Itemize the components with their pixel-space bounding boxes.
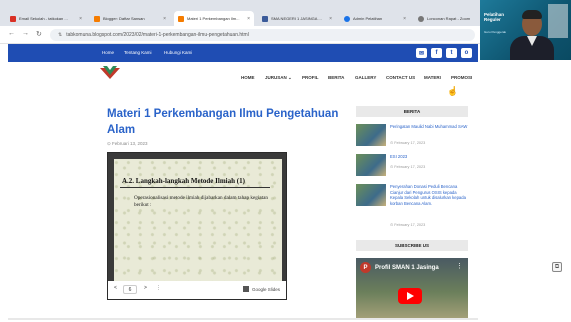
post-date: ⊙ February 17, 2023 <box>390 141 426 145</box>
school-icon <box>262 15 268 22</box>
webcam-overlay: Pelatihan Reguler Guru Penggerak <box>480 0 571 60</box>
webcam-headline: Pelatihan Reguler <box>484 12 504 22</box>
more-options-icon[interactable]: ⋮ <box>456 262 463 270</box>
nav-jurusan[interactable]: JURUSAN ⌄ <box>265 75 292 81</box>
globe-icon <box>418 15 424 22</box>
video-title-bar: P Profil SMAN 1 Jasinga <box>360 262 439 273</box>
url-text: tabkomuna.blogspot.com/2023/02/materi-1-… <box>66 32 249 38</box>
address-bar[interactable]: ⇅ tabkomuna.blogspot.com/2023/02/materi-… <box>50 29 475 41</box>
background-board <box>548 4 568 38</box>
slides-controls: < 6 > ⋮ Google Slides <box>108 281 286 299</box>
browser-tab-active[interactable]: Materi 1 Perkembangan Ilm... × <box>174 11 254 26</box>
browser-tab[interactable]: Email Sekolah - tatkokan ... × <box>6 11 86 26</box>
nav-berita[interactable]: BERITA <box>328 75 344 80</box>
play-button-icon[interactable] <box>398 288 422 304</box>
tab-label: Admin Pelatihan <box>353 16 383 21</box>
nav-gallery[interactable]: GALLERY <box>355 75 376 80</box>
blogger-icon <box>94 15 100 22</box>
webcam-caption: Guru Penggerak <box>484 30 507 34</box>
browser-tab[interactable]: SMA NEGERI 1 JASINGA ... × <box>258 11 336 26</box>
browser-toolbar: ← → ↻ ⇅ tabkomuna.blogspot.com/2023/02/m… <box>0 26 480 44</box>
top-link-home[interactable]: Home <box>102 50 114 55</box>
blogger-icon <box>178 15 184 22</box>
slide-divider <box>120 187 270 188</box>
youtube-embed[interactable]: P Profil SMAN 1 Jasinga ⋮ <box>356 258 468 320</box>
post-date: ⊙ February 17, 2023 <box>390 223 426 227</box>
twitter-icon[interactable]: t <box>446 48 457 58</box>
slide-page-number[interactable]: 6 <box>123 285 137 294</box>
globe-icon <box>344 15 350 22</box>
slide-body: Operasionalisasi metode ilmiah dijabarka… <box>134 195 268 208</box>
close-icon[interactable]: × <box>163 16 166 22</box>
school-logo[interactable] <box>100 66 120 80</box>
close-icon[interactable]: × <box>403 16 406 22</box>
gmail-icon <box>10 15 16 22</box>
post-title[interactable]: Peringatan Maulid Nabi Muhammad SAW <box>390 124 468 130</box>
facebook-icon[interactable]: f <box>431 48 442 58</box>
slide-heading: A.2. Langkah-langkah Metode Ilmiah (1) <box>122 177 245 185</box>
slides-icon <box>242 286 249 292</box>
screen: Email Sekolah - tatkokan ... × Blogger: … <box>0 0 571 322</box>
tab-label: Blogger: Daftar Sansan <box>103 16 145 21</box>
forward-icon[interactable]: → <box>22 30 29 37</box>
article-date: ⊙ Februari 13, 2023 <box>107 141 148 146</box>
google-slides-link[interactable]: Google Slides <box>242 286 280 292</box>
browser-tab[interactable]: Lonconan Rapat - Zoom <box>414 11 480 26</box>
slide-page: A.2. Langkah-langkah Metode Ilmiah (1) O… <box>114 159 282 281</box>
close-icon[interactable]: × <box>79 16 82 22</box>
post-title[interactable]: ESI 2023 <box>390 154 468 160</box>
berita-header: BERITA <box>356 106 468 117</box>
slides-embed[interactable]: A.2. Langkah-langkah Metode Ilmiah (1) O… <box>107 152 287 300</box>
subscribe-header: SUBSCRIBE US <box>356 240 468 251</box>
tab-label: Lonconan Rapat - Zoom <box>427 16 471 21</box>
nav-contact[interactable]: CONTACT US <box>386 75 415 80</box>
top-link-contact[interactable]: Hubungi Kami <box>164 50 192 55</box>
next-slide-button[interactable]: > <box>144 285 147 291</box>
page-indicator-icon[interactable]: ⧉ <box>552 262 562 272</box>
post-thumbnail[interactable] <box>356 184 386 206</box>
browser-tab[interactable]: Blogger: Daftar Sansan × <box>90 11 170 26</box>
channel-avatar[interactable]: P <box>360 262 371 273</box>
tab-label: Materi 1 Perkembangan Ilm... <box>187 16 240 21</box>
nav-promosi[interactable]: PROMOSI <box>451 75 472 80</box>
article-title: Materi 1 Perkembangan Ilmu Pengetahuan A… <box>107 108 339 136</box>
nav-materi[interactable]: MATERI <box>424 75 441 80</box>
site-top-bar: Home Tentang Kami Hubungi Kami ✉ f t o <box>8 44 478 62</box>
back-icon[interactable]: ← <box>8 30 15 37</box>
webcam-headline-line2: Reguler <box>484 17 501 22</box>
hand-cursor-icon: ☝ <box>447 86 459 96</box>
post-thumbnail[interactable] <box>356 154 386 176</box>
close-icon[interactable]: × <box>329 16 332 22</box>
post-title[interactable]: Penyerahan Donasi Peduli Bencana Cianjur… <box>390 184 468 206</box>
news-post[interactable]: Peringatan Maulid Nabi Muhammad SAW ⊙ Fe… <box>356 124 468 154</box>
close-icon[interactable]: × <box>247 16 250 22</box>
email-icon[interactable]: ✉ <box>416 48 427 58</box>
nav-home[interactable]: HOME <box>241 75 255 80</box>
post-thumbnail[interactable] <box>356 124 386 146</box>
site-info-icon[interactable]: ⇅ <box>58 32 62 38</box>
google-slides-label: Google Slides <box>251 286 280 292</box>
post-date: ⊙ February 17, 2023 <box>390 165 426 169</box>
news-post[interactable]: Penyerahan Donasi Peduli Bencana Cianjur… <box>356 184 468 228</box>
video-title[interactable]: Profil SMAN 1 Jasinga <box>375 265 439 271</box>
nav-profil[interactable]: PROFIL <box>302 75 319 80</box>
footer-divider <box>8 318 478 320</box>
presenter-hair <box>522 10 542 19</box>
top-link-about[interactable]: Tentang Kami <box>124 50 152 55</box>
browser-tab[interactable]: Admin Pelatihan × <box>340 11 410 26</box>
prev-slide-button[interactable]: < <box>114 285 117 291</box>
instagram-icon[interactable]: o <box>461 48 472 58</box>
more-options-icon[interactable]: ⋮ <box>156 285 161 291</box>
tab-label: SMA NEGERI 1 JASINGA ... <box>271 16 322 21</box>
tab-label: Email Sekolah - tatkokan ... <box>19 16 68 21</box>
news-post[interactable]: ESI 2023 ⊙ February 17, 2023 <box>356 154 468 184</box>
reload-icon[interactable]: ↻ <box>36 30 42 38</box>
